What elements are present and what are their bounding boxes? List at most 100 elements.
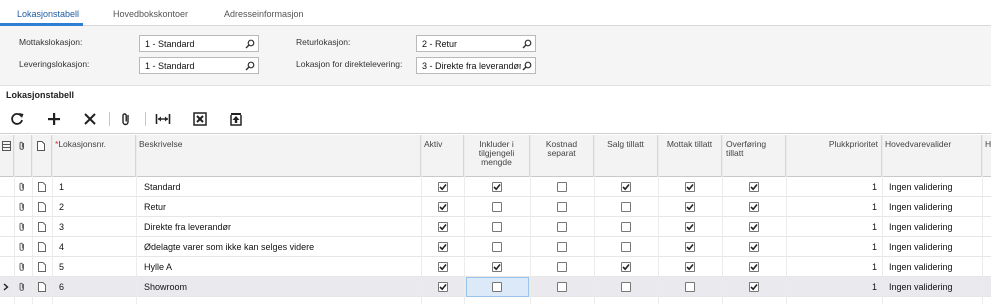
paperclip-icon[interactable] bbox=[18, 182, 26, 192]
direktelevering-field[interactable]: 3 - Direkte fra leverandør bbox=[416, 57, 536, 74]
cell-hovedvarevalider[interactable]: Ingen validering bbox=[889, 277, 982, 297]
note-icon[interactable] bbox=[38, 182, 46, 192]
cell-beskrivelse[interactable]: Hylle A bbox=[144, 257, 419, 277]
checkbox-aktiv[interactable] bbox=[438, 242, 448, 252]
table-row[interactable]: 5 Hylle A 1 Ingen validering bbox=[0, 257, 991, 277]
search-icon[interactable] bbox=[522, 39, 532, 49]
checkbox-salg[interactable] bbox=[621, 262, 631, 272]
checkbox-kostnad[interactable] bbox=[557, 282, 567, 292]
header-plukkprioritet[interactable]: Plukkprioritet bbox=[786, 135, 882, 177]
checkbox-salg[interactable] bbox=[621, 282, 631, 292]
cell-hovedvarevalider[interactable]: Ingen validering bbox=[889, 237, 982, 257]
checkbox-kostnad[interactable] bbox=[557, 202, 567, 212]
export-excel-icon[interactable] bbox=[192, 111, 208, 127]
cell-lokasjonsnr[interactable]: 4 bbox=[59, 237, 129, 257]
checkbox-kostnad[interactable] bbox=[557, 222, 567, 232]
table-row[interactable]: 1 Standard 1 Ingen validering bbox=[0, 177, 991, 197]
header-lokasjonsnr[interactable]: *Lokasjonsnr. bbox=[52, 135, 136, 177]
checkbox-inkluder[interactable] bbox=[492, 262, 502, 272]
cell-beskrivelse[interactable]: Showroom bbox=[144, 277, 419, 297]
checkbox-overforing[interactable] bbox=[749, 262, 759, 272]
cell-hovedvarevalider[interactable]: Ingen validering bbox=[889, 257, 982, 277]
checkbox-kostnad[interactable] bbox=[557, 182, 567, 192]
checkbox-inkluder[interactable] bbox=[492, 282, 502, 292]
cell-hovedvarevalider[interactable]: Ingen validering bbox=[889, 177, 982, 197]
checkbox-mottak[interactable] bbox=[685, 202, 695, 212]
checkbox-overforing[interactable] bbox=[749, 282, 759, 292]
leveringslokasjon-field[interactable]: 1 - Standard bbox=[139, 57, 259, 74]
mottakslokasjon-field[interactable]: 1 - Standard bbox=[139, 35, 259, 52]
checkbox-aktiv[interactable] bbox=[438, 282, 448, 292]
cell-beskrivelse[interactable]: Ødelagte varer som ikke kan selges vider… bbox=[144, 237, 419, 257]
paperclip-icon[interactable] bbox=[18, 242, 26, 252]
paperclip-icon[interactable] bbox=[18, 222, 26, 232]
paperclip-icon[interactable] bbox=[18, 262, 26, 272]
search-icon[interactable] bbox=[245, 61, 255, 71]
checkbox-inkluder[interactable] bbox=[492, 222, 502, 232]
cell-beskrivelse[interactable]: Direkte fra leverandør bbox=[144, 217, 419, 237]
note-icon[interactable] bbox=[38, 222, 46, 232]
cell-beskrivelse[interactable]: Standard bbox=[144, 177, 419, 197]
tab-lokasjonstabell[interactable]: Lokasjonstabell bbox=[17, 9, 79, 19]
cell-beskrivelse[interactable]: Retur bbox=[144, 197, 419, 217]
note-icon[interactable] bbox=[38, 202, 46, 212]
header-aktiv[interactable]: Aktiv bbox=[421, 135, 464, 177]
cell-lokasjonsnr[interactable]: 1 bbox=[59, 177, 129, 197]
checkbox-overforing[interactable] bbox=[749, 222, 759, 232]
checkbox-salg[interactable] bbox=[621, 202, 631, 212]
table-row[interactable]: 2 Retur 1 Ingen validering bbox=[0, 197, 991, 217]
search-icon[interactable] bbox=[245, 39, 255, 49]
cell-plukkprioritet[interactable]: 1 bbox=[786, 237, 877, 257]
table-row[interactable]: 4 Ødelagte varer som ikke kan selges vide… bbox=[0, 237, 991, 257]
delete-icon[interactable] bbox=[82, 111, 98, 127]
tab-adresseinformasjon[interactable]: Adresseinformasjon bbox=[224, 9, 304, 19]
header-beskrivelse[interactable]: Beskrivelse bbox=[136, 135, 421, 177]
returlokasjon-field[interactable]: 2 - Retur bbox=[416, 35, 536, 52]
cell-hovedvarevalider[interactable]: Ingen validering bbox=[889, 197, 982, 217]
add-icon[interactable] bbox=[46, 111, 62, 127]
checkbox-kostnad[interactable] bbox=[557, 242, 567, 252]
paperclip-icon[interactable] bbox=[18, 202, 26, 212]
checkbox-inkluder[interactable] bbox=[492, 202, 502, 212]
column-chooser[interactable] bbox=[0, 135, 14, 177]
checkbox-inkluder[interactable] bbox=[492, 182, 502, 192]
column-settings-icon[interactable] bbox=[2, 141, 11, 151]
checkbox-aktiv[interactable] bbox=[438, 182, 448, 192]
checkbox-salg[interactable] bbox=[621, 242, 631, 252]
checkbox-mottak[interactable] bbox=[685, 262, 695, 272]
table-row[interactable]: 6 Showroom 1 Ingen validering bbox=[0, 277, 991, 297]
cell-plukkprioritet[interactable]: 1 bbox=[786, 197, 877, 217]
checkbox-mottak[interactable] bbox=[685, 182, 695, 192]
note-icon[interactable] bbox=[38, 262, 46, 272]
header-kostnad[interactable]: Kostnad separat bbox=[530, 135, 594, 177]
checkbox-aktiv[interactable] bbox=[438, 202, 448, 212]
table-row[interactable]: 3 Direkte fra leverandør 1 Ingen validering bbox=[0, 217, 991, 237]
checkbox-aktiv[interactable] bbox=[438, 222, 448, 232]
checkbox-inkluder[interactable] bbox=[492, 242, 502, 252]
refresh-icon[interactable] bbox=[9, 111, 25, 127]
checkbox-overforing[interactable] bbox=[749, 242, 759, 252]
cell-plukkprioritet[interactable]: 1 bbox=[786, 177, 877, 197]
checkbox-mottak[interactable] bbox=[685, 282, 695, 292]
tab-hovedbokskontoer[interactable]: Hovedbokskontoer bbox=[113, 9, 188, 19]
checkbox-kostnad[interactable] bbox=[557, 262, 567, 272]
cell-plukkprioritet[interactable]: 1 bbox=[786, 217, 877, 237]
header-hovedvarevalider[interactable]: Hovedvarevalider bbox=[882, 135, 982, 177]
note-icon[interactable] bbox=[38, 242, 46, 252]
checkbox-overforing[interactable] bbox=[749, 182, 759, 192]
checkbox-mottak[interactable] bbox=[685, 242, 695, 252]
checkbox-salg[interactable] bbox=[621, 182, 631, 192]
attach-icon[interactable] bbox=[118, 111, 134, 127]
upload-icon[interactable] bbox=[228, 111, 244, 127]
cell-plukkprioritet[interactable]: 1 bbox=[786, 257, 877, 277]
cell-lokasjonsnr[interactable]: 3 bbox=[59, 217, 129, 237]
checkbox-aktiv[interactable] bbox=[438, 262, 448, 272]
cell-lokasjonsnr[interactable]: 5 bbox=[59, 257, 129, 277]
cell-lokasjonsnr[interactable]: 2 bbox=[59, 197, 129, 217]
note-icon[interactable] bbox=[38, 282, 46, 292]
header-inkluder[interactable]: Inkluder i tilgjengeli mengde bbox=[464, 135, 530, 177]
checkbox-salg[interactable] bbox=[621, 222, 631, 232]
cell-plukkprioritet[interactable]: 1 bbox=[786, 277, 877, 297]
fit-columns-icon[interactable] bbox=[155, 111, 171, 127]
header-mottak[interactable]: Mottak tillatt bbox=[658, 135, 722, 177]
